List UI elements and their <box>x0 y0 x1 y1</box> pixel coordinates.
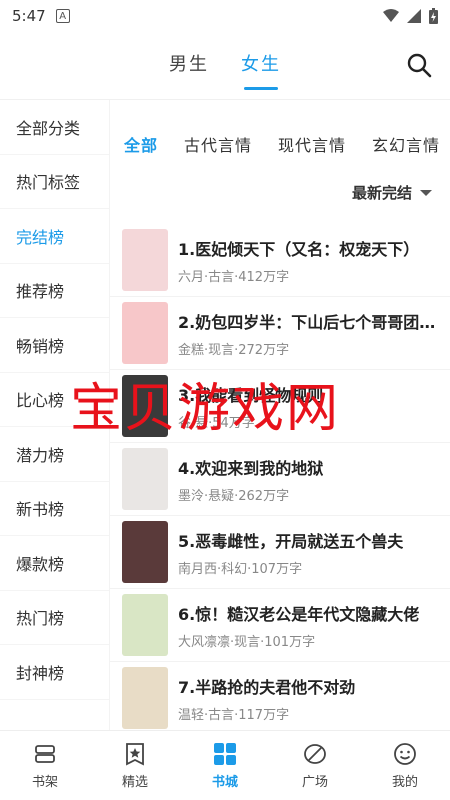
bookshelf-icon <box>35 745 55 763</box>
sidebar-item-hot[interactable]: 热门榜 <box>0 591 109 645</box>
genre-tab-all[interactable]: 全部 <box>124 132 158 156</box>
genre-tab-ancient[interactable]: 古代言情 <box>184 132 252 156</box>
sort-dropdown[interactable]: 最新完结 <box>352 182 432 203</box>
sidebar-item-completed[interactable]: 完结榜 <box>0 209 109 264</box>
nav-bookshelf[interactable]: 书架 <box>0 731 90 800</box>
nav-mine[interactable]: 我的 <box>360 731 450 800</box>
nav-bookstore[interactable]: 书城 <box>180 731 270 800</box>
book-title: 7.半路抢的夫君他不对劲 <box>178 677 356 697</box>
sidebar-item-heart[interactable]: 比心榜 <box>0 373 109 427</box>
book-row[interactable]: 2.奶包四岁半：下山后七个哥哥团宠我金糕·现言·272万字 <box>110 297 450 370</box>
nav-featured[interactable]: 精选 <box>90 731 180 800</box>
tab-male[interactable]: 男生 <box>169 50 209 82</box>
nav-label: 精选 <box>121 775 148 790</box>
book-cover <box>122 448 168 510</box>
sidebar-item-hot-tags[interactable]: 热门标签 <box>0 155 109 209</box>
book-title: 6.惊！糙汉老公是年代文隐藏大佬 <box>178 604 420 624</box>
book-row[interactable]: 7.半路抢的夫君他不对劲温轻·古言·117万字 <box>110 662 450 730</box>
genre-tabs: 全部 古代言情 现代言情 玄幻言情 <box>110 100 450 188</box>
nav-label: 我的 <box>391 775 418 790</box>
nav-plaza[interactable]: 广场 <box>270 731 360 800</box>
book-title: 2.奶包四岁半：下山后七个哥哥团宠我 <box>178 312 448 332</box>
sidebar-item-new[interactable]: 新书榜 <box>0 482 109 536</box>
book-meta: 六月·古言·412万字 <box>178 269 290 285</box>
ranking-pane: 全部 古代言情 现代言情 玄幻言情 最新完结 1.医妃倾天下（又名：权宠天下） 六… <box>110 100 450 730</box>
grid-icon <box>214 743 236 765</box>
sort-label: 最新完结 <box>351 184 412 202</box>
bottom-nav: 书架 精选 书城 广场 我的 <box>0 730 450 800</box>
tab-female[interactable]: 女生 <box>241 50 281 82</box>
book-cover <box>122 302 168 364</box>
book-title: 5.恶毒雌性，开局就送五个兽夫 <box>178 531 404 551</box>
book-cover <box>122 594 168 656</box>
book-row[interactable]: 6.惊！糙汉老公是年代文隐藏大佬大风凛凛·现言·101万字 <box>110 589 450 662</box>
book-row[interactable]: 4.欢迎来到我的地狱墨泠·悬疑·262万字 <box>110 443 450 516</box>
smile-icon <box>394 743 416 765</box>
book-cover <box>122 229 168 291</box>
book-row[interactable]: 1.医妃倾天下（又名：权宠天下） 六月·古言·412万字 <box>110 224 450 297</box>
top-bar: 男生 女生 <box>0 32 450 100</box>
nav-label: 书城 <box>211 775 238 790</box>
book-row[interactable]: 3.我能看到怪物规则谷·悬·54万字 <box>110 370 450 443</box>
book-row[interactable]: 5.恶毒雌性，开局就送五个兽夫南月西·科幻·107万字 <box>110 516 450 589</box>
book-meta: 南月西·科幻·107万字 <box>178 561 303 577</box>
book-title: 1.医妃倾天下（又名：权宠天下） <box>178 239 420 259</box>
genre-tab-modern[interactable]: 现代言情 <box>278 132 346 156</box>
battery-icon <box>429 8 438 24</box>
book-cover <box>122 521 168 583</box>
book-meta: 墨泠·悬疑·262万字 <box>178 488 290 504</box>
book-cover <box>122 667 168 729</box>
genre-tab-fantasy[interactable]: 玄幻言情 <box>372 132 440 156</box>
sidebar-item-all-categories[interactable]: 全部分类 <box>0 100 109 155</box>
nav-label: 广场 <box>301 775 328 790</box>
leaf-icon <box>304 744 326 764</box>
notification-a-icon: A <box>55 9 70 23</box>
nav-label: 书架 <box>31 775 58 790</box>
book-meta: 谷·悬·54万字 <box>178 415 255 431</box>
star-badge-icon <box>126 743 144 766</box>
book-title: 4.欢迎来到我的地狱 <box>178 458 324 478</box>
caret-down-icon <box>420 189 432 196</box>
book-meta: 温轻·古言·117万字 <box>178 707 290 723</box>
signal-icon <box>407 9 421 23</box>
book-meta: 金糕·现言·272万字 <box>178 342 290 358</box>
status-bar: 5:47 A <box>0 0 450 32</box>
sidebar-item-legend[interactable]: 封神榜 <box>0 645 109 700</box>
status-time: 5:47 <box>12 7 46 25</box>
sidebar-item-bestseller[interactable]: 畅销榜 <box>0 318 109 373</box>
book-title: 3.我能看到怪物规则 <box>178 385 324 405</box>
search-icon[interactable] <box>406 52 432 78</box>
sidebar-item-recommended[interactable]: 推荐榜 <box>0 264 109 318</box>
sidebar-item-viral[interactable]: 爆款榜 <box>0 536 109 591</box>
sidebar: 全部分类 热门标签 完结榜 推荐榜 畅销榜 比心榜 潜力榜 新书榜 爆款榜 热门… <box>0 100 110 730</box>
book-meta: 大风凛凛·现言·101万字 <box>178 634 316 650</box>
wifi-icon <box>383 9 399 22</box>
book-list: 1.医妃倾天下（又名：权宠天下） 六月·古言·412万字 2.奶包四岁半：下山后七… <box>110 224 450 730</box>
sidebar-item-potential[interactable]: 潜力榜 <box>0 427 109 482</box>
book-cover <box>122 375 168 437</box>
